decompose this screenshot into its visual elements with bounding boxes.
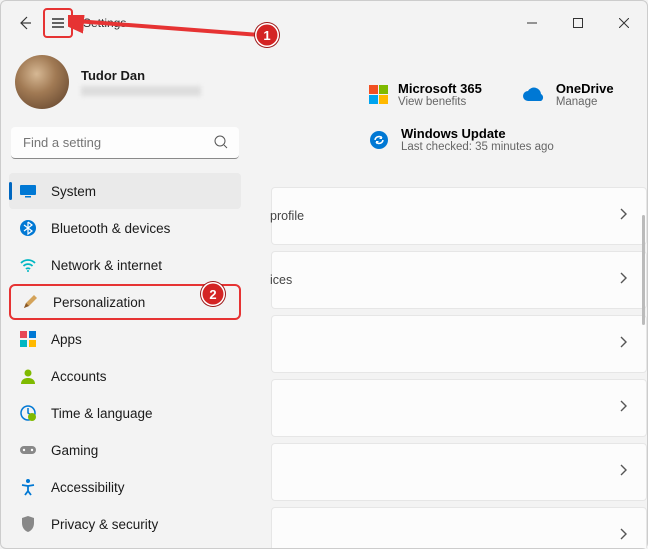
promo-subtitle: View benefits: [398, 96, 482, 108]
avatar: [15, 55, 69, 109]
nav-label: Bluetooth & devices: [51, 221, 170, 236]
nav-accounts[interactable]: Accounts: [9, 358, 241, 394]
nav-label: Gaming: [51, 443, 98, 458]
maximize-icon: [573, 18, 583, 28]
search-input[interactable]: [11, 127, 239, 159]
back-button[interactable]: [11, 9, 39, 37]
nav-network[interactable]: Network & internet: [9, 247, 241, 283]
chevron-right-icon: [618, 399, 628, 418]
settings-row[interactable]: [271, 443, 647, 501]
gamepad-icon: [19, 441, 37, 459]
chevron-right-icon: [618, 207, 628, 226]
settings-row[interactable]: [271, 379, 647, 437]
chevron-right-icon: [618, 527, 628, 546]
maximize-button[interactable]: [555, 7, 601, 39]
nav-label: Accessibility: [51, 480, 125, 495]
main-panel: Microsoft 365 View benefits OneDrive Man…: [249, 45, 647, 548]
nav-label: System: [51, 184, 96, 199]
row-partial-text: ices: [270, 273, 292, 287]
nav-windows-update[interactable]: Windows Update: [9, 543, 241, 548]
settings-row[interactable]: [271, 315, 647, 373]
window-title: Settings: [83, 16, 126, 30]
promo-windows-update[interactable]: Windows Update Last checked: 35 minutes …: [369, 126, 647, 153]
close-button[interactable]: [601, 7, 647, 39]
bluetooth-icon: [19, 219, 37, 237]
promo-subtitle: Last checked: 35 minutes ago: [401, 141, 554, 153]
settings-row[interactable]: [271, 507, 647, 548]
nav-time[interactable]: Time & language: [9, 395, 241, 431]
shield-icon: [19, 515, 37, 533]
cloud-icon: [522, 87, 546, 103]
scrollbar[interactable]: [642, 215, 645, 325]
paintbrush-icon: [21, 293, 39, 311]
promo-microsoft-365[interactable]: Microsoft 365 View benefits: [369, 81, 482, 108]
hamburger-button[interactable]: [43, 8, 73, 38]
annotation-badge-2: 2: [201, 282, 225, 306]
nav-label: Accounts: [51, 369, 107, 384]
nav-gaming[interactable]: Gaming: [9, 432, 241, 468]
minimize-button[interactable]: [509, 7, 555, 39]
nav-list: System Bluetooth & devices Network & int…: [9, 173, 241, 548]
promo-title: Windows Update: [401, 126, 554, 141]
accessibility-icon: [19, 478, 37, 496]
wifi-icon: [19, 256, 37, 274]
microsoft-logo-icon: [369, 85, 388, 104]
close-icon: [619, 18, 629, 28]
profile-name: Tudor Dan: [81, 68, 201, 83]
annotation-badge-1: 1: [255, 23, 279, 47]
nav-apps[interactable]: Apps: [9, 321, 241, 357]
nav-accessibility[interactable]: Accessibility: [9, 469, 241, 505]
chevron-right-icon: [618, 335, 628, 354]
minimize-icon: [527, 18, 537, 28]
promo-title: OneDrive: [556, 81, 614, 96]
apps-icon: [19, 330, 37, 348]
monitor-icon: [19, 182, 37, 200]
title-bar: Settings: [1, 1, 647, 45]
settings-row[interactable]: ices: [271, 251, 647, 309]
window-controls: [509, 7, 647, 39]
settings-rows: profile ices: [271, 187, 647, 548]
nav-label: Personalization: [53, 295, 145, 310]
promo-subtitle: Manage: [556, 96, 614, 108]
nav-label: Network & internet: [51, 258, 162, 273]
clock-globe-icon: [19, 404, 37, 422]
chevron-right-icon: [618, 463, 628, 482]
promo-onedrive[interactable]: OneDrive Manage: [522, 81, 614, 108]
nav-label: Privacy & security: [51, 517, 158, 532]
nav-bluetooth[interactable]: Bluetooth & devices: [9, 210, 241, 246]
nav-privacy[interactable]: Privacy & security: [9, 506, 241, 542]
promo-title: Microsoft 365: [398, 81, 482, 96]
person-icon: [19, 367, 37, 385]
search-box[interactable]: [11, 127, 239, 159]
arrow-left-icon: [17, 15, 33, 31]
row-partial-text: profile: [270, 209, 304, 223]
nav-system[interactable]: System: [9, 173, 241, 209]
settings-row[interactable]: profile: [271, 187, 647, 245]
nav-label: Apps: [51, 332, 82, 347]
hamburger-icon: [50, 15, 66, 31]
nav-label: Time & language: [51, 406, 153, 421]
sync-circle-icon: [369, 130, 389, 150]
profile-block[interactable]: Tudor Dan: [9, 45, 241, 125]
profile-email-redacted: [81, 86, 201, 96]
chevron-right-icon: [618, 271, 628, 290]
